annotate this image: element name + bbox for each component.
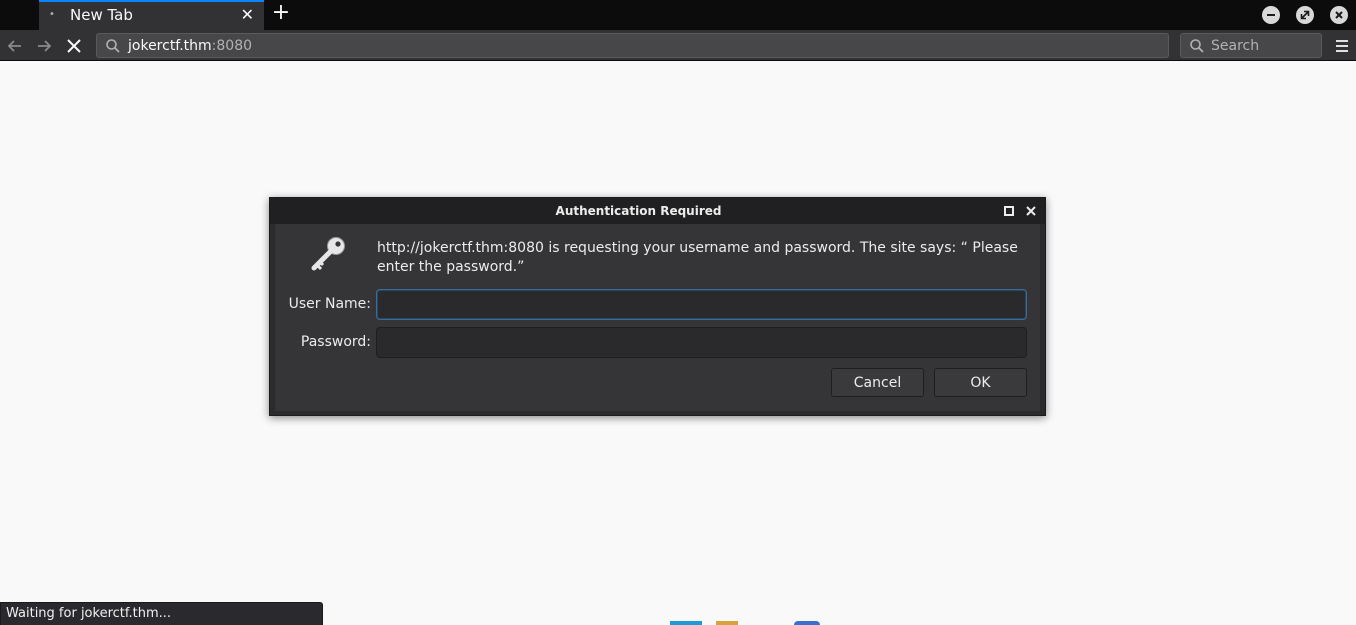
authentication-dialog: Authentication Required http://jokerctf.…	[269, 197, 1046, 416]
close-icon[interactable]: ✕	[241, 5, 254, 24]
taskbar-app-icon[interactable]	[794, 621, 820, 625]
taskbar-app-icon[interactable]	[670, 621, 702, 625]
password-label: Password:	[300, 334, 371, 350]
close-icon[interactable]	[1330, 6, 1348, 24]
tab-title: New Tab	[70, 6, 133, 24]
hamburger-menu-icon[interactable]	[1333, 36, 1353, 56]
key-icon	[311, 237, 345, 271]
ok-button[interactable]: OK	[934, 368, 1027, 397]
search-bar[interactable]: Search	[1180, 33, 1322, 58]
username-label: User Name:	[288, 296, 371, 312]
password-field[interactable]	[376, 327, 1027, 358]
tab-loading-indicator: •	[49, 9, 55, 20]
tab-strip: • New Tab ✕ +	[0, 0, 1356, 30]
new-tab-button[interactable]: +	[270, 2, 292, 26]
dialog-body: http://jokerctf.thm:8080 is requesting y…	[275, 224, 1040, 411]
search-icon	[106, 39, 120, 53]
url-bar[interactable]: jokerctf.thm:8080	[96, 33, 1169, 58]
taskbar-app-icon[interactable]	[716, 621, 738, 625]
search-placeholder: Search	[1211, 38, 1260, 54]
close-icon[interactable]	[1025, 205, 1037, 217]
taskbar-peek	[0, 619, 1356, 625]
dialog-titlebar[interactable]: Authentication Required	[270, 198, 1045, 224]
navigation-toolbar: jokerctf.thm:8080 Search	[0, 30, 1356, 61]
cancel-button[interactable]: Cancel	[831, 368, 924, 397]
arrow-right-icon[interactable]	[34, 36, 54, 56]
dialog-title: Authentication Required	[555, 204, 722, 218]
search-icon	[1190, 39, 1204, 53]
arrow-left-icon[interactable]	[5, 36, 25, 56]
maximize-icon[interactable]	[1003, 205, 1015, 217]
auth-message: http://jokerctf.thm:8080 is requesting y…	[377, 240, 1018, 275]
stop-icon[interactable]	[64, 36, 84, 56]
url-text: jokerctf.thm:8080	[128, 38, 252, 54]
url-host: jokerctf.thm	[128, 38, 212, 54]
tab-new-tab[interactable]: • New Tab ✕	[39, 0, 264, 30]
url-port: :8080	[211, 38, 253, 54]
username-field[interactable]	[376, 289, 1027, 320]
restore-icon[interactable]	[1296, 6, 1314, 24]
minimize-icon[interactable]	[1262, 6, 1280, 24]
